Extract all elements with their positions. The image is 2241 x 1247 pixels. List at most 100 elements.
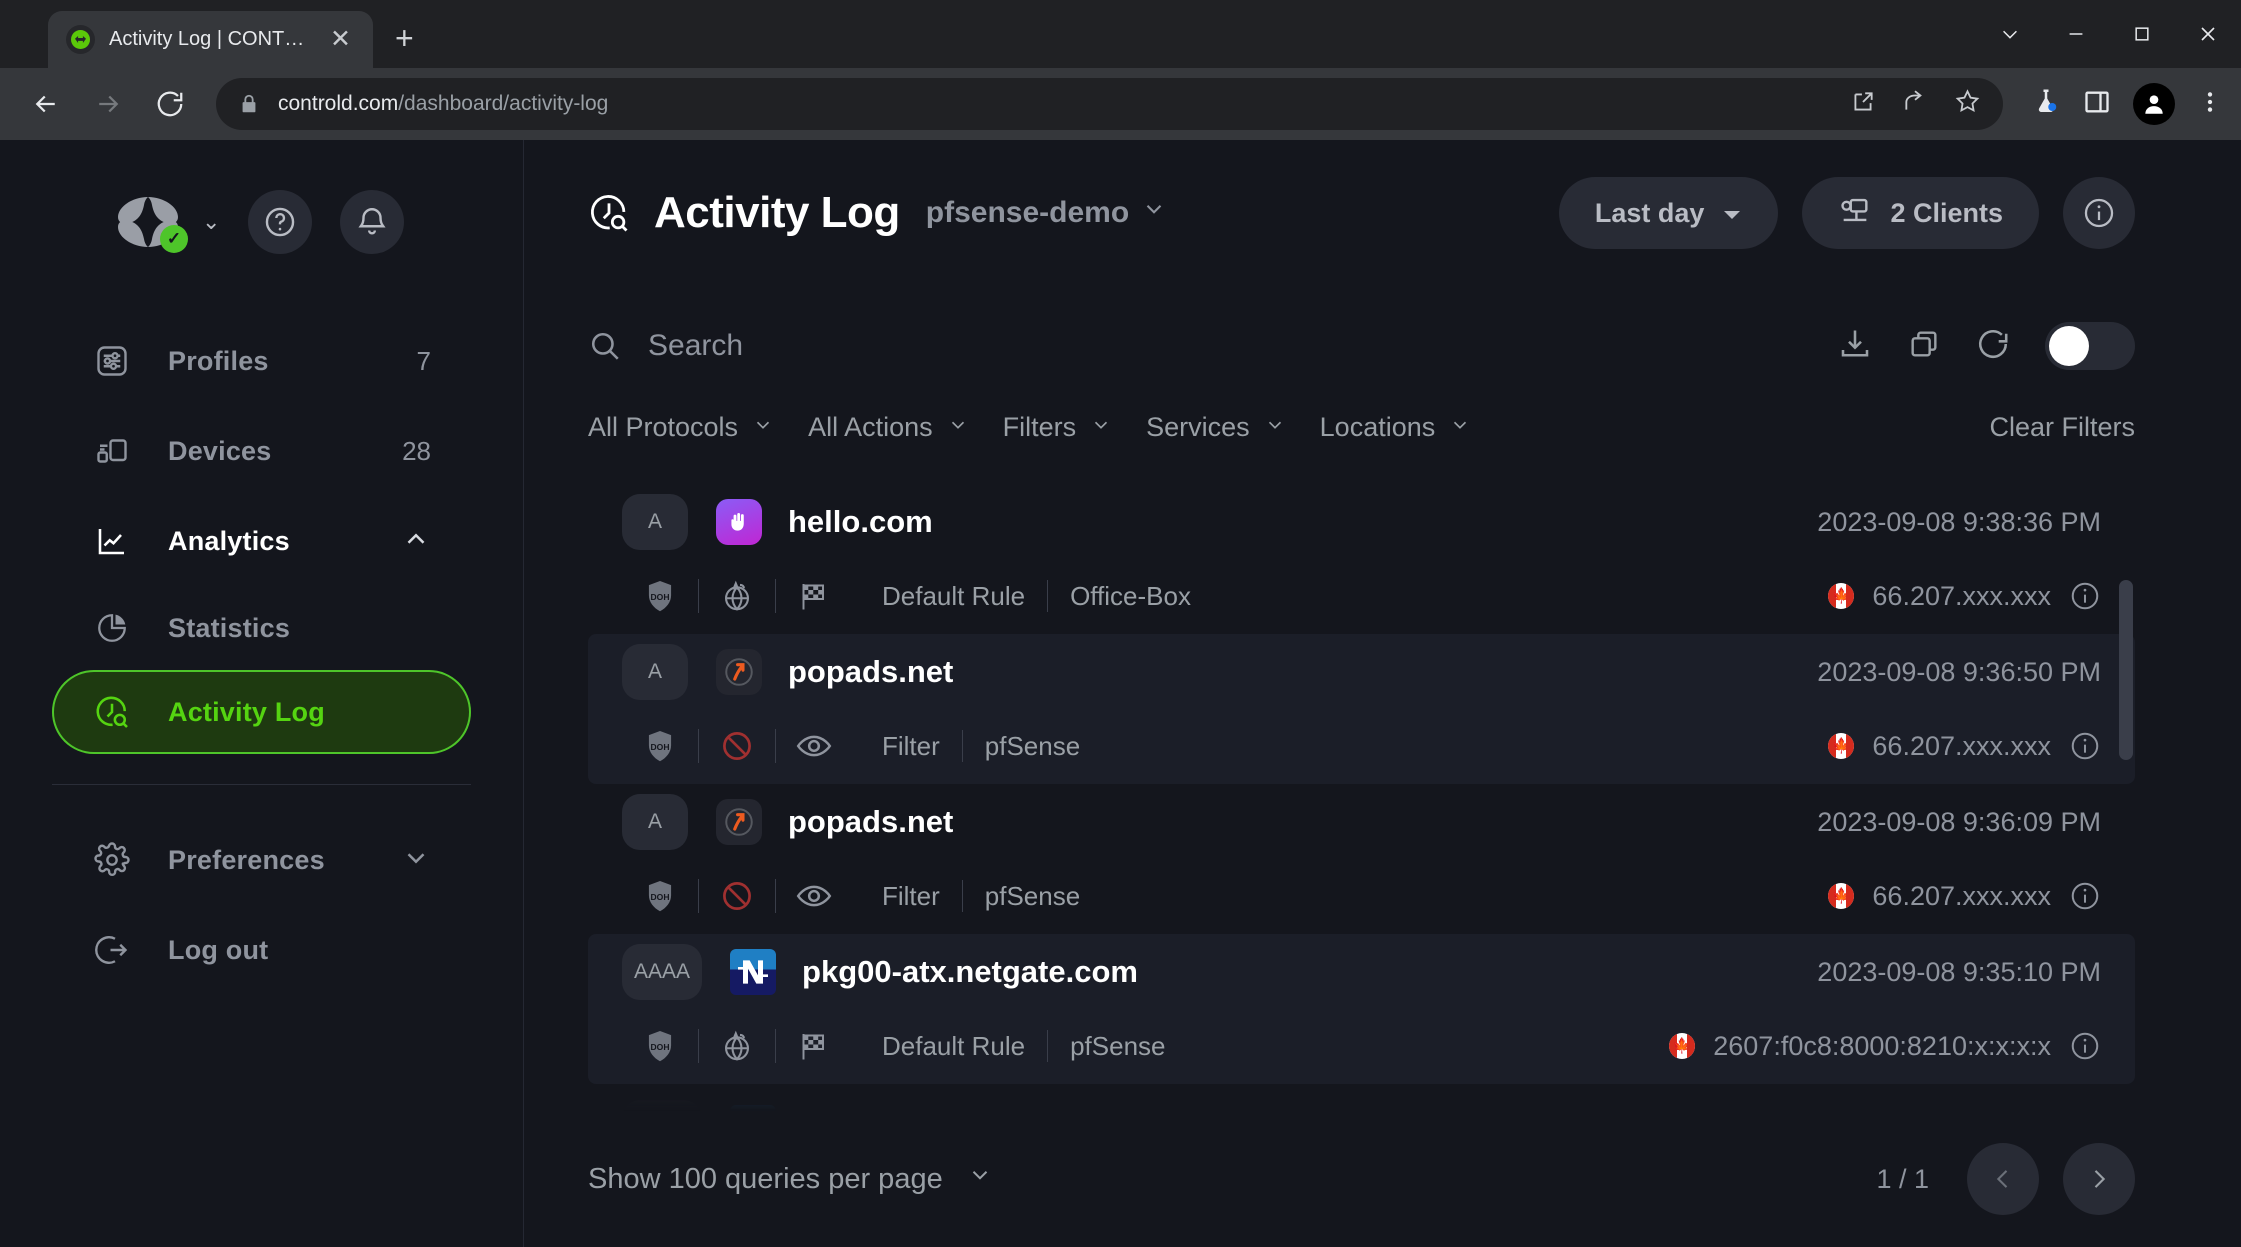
activity-log-list: A hello.com 2023-09-08 9:38:36 PM DOH De… <box>588 484 2135 1111</box>
info-icon[interactable] <box>2069 730 2101 762</box>
open-in-new-icon[interactable] <box>1850 89 1876 120</box>
share-icon[interactable] <box>1902 89 1928 120</box>
eye-icon <box>776 876 852 916</box>
filter-bar: All Protocols All Actions Filters Servic… <box>524 382 2241 454</box>
browser-tab[interactable]: Activity Log | CONTROL D ✕ <box>48 11 373 68</box>
next-page-button[interactable] <box>2063 1143 2135 1215</box>
page-indicator: 1 / 1 <box>1876 1163 1929 1194</box>
filter-label: Filters <box>1002 411 1077 442</box>
help-icon[interactable] <box>248 190 313 254</box>
toolbar-icons <box>1837 322 2135 370</box>
verified-check-icon: ✓ <box>160 225 188 253</box>
sidebar-item-preferences[interactable]: Preferences <box>52 815 471 905</box>
bookmark-star-icon[interactable] <box>1954 88 1981 120</box>
sliders-icon <box>92 343 132 379</box>
browser-toolbar-right <box>2021 83 2223 125</box>
timestamp: 2023-09-08 9:36:09 PM <box>1817 806 2101 837</box>
profile-selector[interactable]: pfsense-demo <box>926 196 1167 230</box>
sidebar-item-logout[interactable]: Log out <box>52 905 471 995</box>
svg-text:DOH: DOH <box>651 892 670 902</box>
flag-ca-icon: 🍁 <box>1828 733 1855 759</box>
sidebar-item-activity-log[interactable]: Activity Log <box>52 670 471 754</box>
refresh-icon[interactable] <box>1975 326 2011 367</box>
filter-locations[interactable]: Locations <box>1320 412 1472 443</box>
main-content: Activity Log pfsense-demo Last day 2 Cli… <box>524 140 2241 1247</box>
search-input[interactable] <box>648 329 1837 363</box>
info-icon[interactable] <box>2069 580 2101 612</box>
device-label: Office-Box <box>1070 580 1191 611</box>
filter-all-protocols[interactable]: All Protocols <box>588 412 774 443</box>
domain-name: pkg00-atx.netgate.com <box>802 954 1138 989</box>
sidebar-item-statistics[interactable]: Statistics <box>52 586 471 670</box>
browser-tabstrip: Activity Log | CONTROL D ✕ + <box>0 0 2241 68</box>
filter-filters[interactable]: Filters <box>1003 412 1113 443</box>
new-tab-button[interactable]: + <box>395 22 414 54</box>
profile-avatar-icon[interactable] <box>2133 83 2175 125</box>
close-icon[interactable] <box>2175 0 2241 68</box>
chevron-up-icon[interactable] <box>401 524 431 559</box>
table-row[interactable]: A hello.com 2023-09-08 9:38:36 PM DOH De… <box>588 484 2135 634</box>
download-icon[interactable] <box>1837 326 1873 367</box>
time-range-selector[interactable]: Last day <box>1558 177 1779 249</box>
chevron-down-icon <box>967 1162 993 1196</box>
blocked-icon <box>699 878 775 914</box>
info-icon[interactable] <box>2063 177 2135 249</box>
scrollbar-thumb[interactable] <box>2119 580 2133 760</box>
filter-label: Services <box>1146 411 1250 442</box>
table-row[interactable]: A popads.net 2023-09-08 9:36:50 PM DOH F… <box>588 634 2135 784</box>
per-page-label: Show 100 queries per page <box>588 1162 943 1195</box>
table-row[interactable]: A popads.net 2023-09-08 9:36:09 PM DOH F… <box>588 784 2135 934</box>
sidebar-item-devices[interactable]: Devices 28 <box>52 406 471 496</box>
maximize-icon[interactable] <box>2109 0 2175 68</box>
back-button[interactable] <box>18 76 74 132</box>
sidebar-item-analytics[interactable]: Analytics <box>52 496 471 586</box>
bell-icon[interactable] <box>340 190 405 254</box>
table-row[interactable]: AAAA pkg00-atx.netgate.com <box>588 1053 2135 1111</box>
info-icon[interactable] <box>2069 880 2101 912</box>
sidebar-item-count: 7 <box>416 345 431 376</box>
chevron-down-icon <box>1264 412 1286 443</box>
side-panel-icon[interactable] <box>2083 88 2111 121</box>
chevron-down-icon <box>947 412 969 443</box>
sidebar-item-profiles[interactable]: Profiles 7 <box>52 316 471 406</box>
address-bar[interactable]: controld.com/dashboard/activity-log <box>216 78 2003 130</box>
pie-chart-icon <box>92 611 132 645</box>
svg-text:DOH: DOH <box>651 592 670 602</box>
gear-icon <box>92 842 132 878</box>
scrollbar[interactable] <box>2119 580 2133 971</box>
checkered-flag-icon <box>776 578 852 614</box>
doh-shield-icon: DOH <box>622 577 698 615</box>
browser-window: Activity Log | CONTROL D ✕ + <box>0 0 2241 1247</box>
device-label: pfSense <box>984 880 1081 911</box>
chart-line-icon <box>92 523 132 559</box>
brand-switcher[interactable]: ✓ ⌄ <box>110 193 220 253</box>
tab-title: Activity Log | CONTROL D <box>109 28 312 50</box>
filter-all-actions[interactable]: All Actions <box>808 412 969 443</box>
chevron-down-icon[interactable] <box>401 843 431 878</box>
tab-close-icon[interactable]: ✕ <box>326 27 355 52</box>
live-updates-toggle[interactable] <box>2045 322 2135 370</box>
eye-icon <box>776 726 852 766</box>
reload-button[interactable] <box>142 76 198 132</box>
page-title: Activity Log <box>654 188 900 237</box>
sidebar-item-label: Devices <box>168 435 272 466</box>
app-root: ✓ ⌄ Profiles 7 Devices 28 Analytics Stat… <box>0 140 2241 1247</box>
rule-label: Filter <box>882 730 940 761</box>
ip-address: 66.207.xxx.xxx <box>1872 880 2051 911</box>
minimize-icon[interactable] <box>2043 0 2109 68</box>
filter-label: Locations <box>1319 411 1436 442</box>
copy-icon[interactable] <box>1907 327 1941 366</box>
sidebar-top: ✓ ⌄ <box>0 176 523 268</box>
forward-button[interactable] <box>80 76 136 132</box>
clients-selector[interactable]: 2 Clients <box>1802 177 2039 249</box>
domain-name: popads.net <box>788 654 954 689</box>
per-page-selector[interactable]: Show 100 queries per page <box>588 1162 993 1196</box>
prev-page-button[interactable] <box>1967 1143 2039 1215</box>
filter-services[interactable]: Services <box>1146 412 1286 443</box>
flask-icon[interactable] <box>2031 87 2061 122</box>
more-menu-icon[interactable] <box>2197 89 2223 120</box>
chevron-down-icon[interactable] <box>1977 0 2043 68</box>
url-path: /dashboard/activity-log <box>398 92 609 115</box>
hello-hand-icon <box>716 499 762 545</box>
clear-filters-button[interactable]: Clear Filters <box>1989 412 2135 443</box>
